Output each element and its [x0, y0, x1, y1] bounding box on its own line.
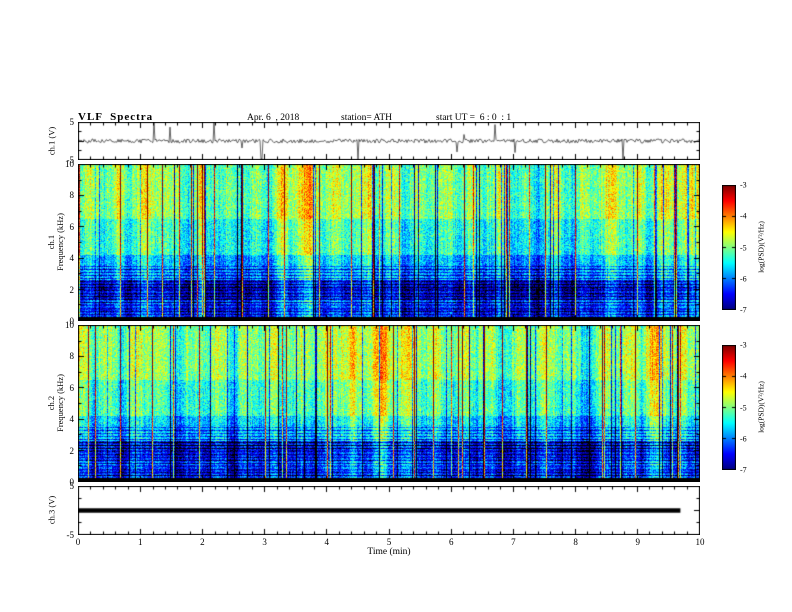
- x-tick-label: 7: [511, 537, 516, 547]
- colorbar-tick-label: -6: [740, 434, 747, 444]
- y-tick-label: 6: [69, 221, 75, 232]
- colorbar-tick-label: -4: [740, 371, 747, 381]
- x-tick-label: 6: [448, 537, 454, 547]
- ch3-waveform-canvas: [78, 486, 700, 535]
- ch1-waveform-y-axis-title: ch.1 (V): [46, 126, 57, 156]
- colorbar-tick-label: -7: [740, 465, 747, 475]
- y-tick-label: 4: [69, 414, 75, 425]
- x-tick-label: 9: [635, 537, 641, 547]
- colorbar2-title: log(PSD)(V²/Hz): [756, 381, 766, 433]
- colorbar-tick-label: -5: [740, 403, 747, 412]
- y-tick-label: 2: [69, 445, 75, 456]
- x-tick-label: 1: [137, 537, 143, 547]
- y-tick-label: 10: [65, 159, 74, 169]
- x-tick-label: 3: [262, 537, 267, 547]
- y-tick-label: 5: [69, 117, 75, 127]
- y-tick-label: 8: [69, 190, 75, 201]
- colorbar-tick-label: -7: [740, 305, 747, 315]
- ch2-spectrogram-canvas: [78, 325, 700, 482]
- ch3-y-axis-title: ch.3 (V): [46, 495, 57, 525]
- x-tick-label: 4: [324, 537, 330, 547]
- ch1-waveform-canvas: [78, 122, 700, 160]
- vlf-spectra-figure: VLF Spectra Apr. 6 , 2018 station= ATH s…: [0, 0, 792, 612]
- y-tick-label: -5: [66, 530, 75, 540]
- y-tick-label: 6: [69, 382, 75, 393]
- y-tick-label: 10: [65, 320, 74, 330]
- colorbar1-title: log(PSD)(V²/Hz): [756, 221, 766, 273]
- y-tick-label: 8: [69, 351, 75, 362]
- x-axis-title: Time (min): [367, 547, 411, 557]
- colorbar-tick-label: -6: [740, 274, 747, 284]
- ch1-spectrogram-canvas: [78, 164, 700, 321]
- colorbar-tick-label: -3: [740, 180, 747, 190]
- x-tick-label: 0: [75, 537, 81, 547]
- colorbar-tick-label: -4: [740, 211, 747, 221]
- x-tick-label: 10: [695, 537, 705, 547]
- colorbar1-canvas: [722, 185, 736, 310]
- x-tick-label: 8: [573, 537, 578, 547]
- colorbar-tick-label: -3: [740, 340, 747, 350]
- x-tick-label: 2: [200, 537, 205, 547]
- y-tick-label: 5: [69, 481, 75, 491]
- y-tick-label: 4: [69, 253, 75, 264]
- colorbar-tick-label: -5: [740, 243, 747, 252]
- y-tick-label: 2: [69, 284, 75, 295]
- x-tick-label: 5: [386, 537, 392, 547]
- colorbar2-canvas: [722, 345, 736, 470]
